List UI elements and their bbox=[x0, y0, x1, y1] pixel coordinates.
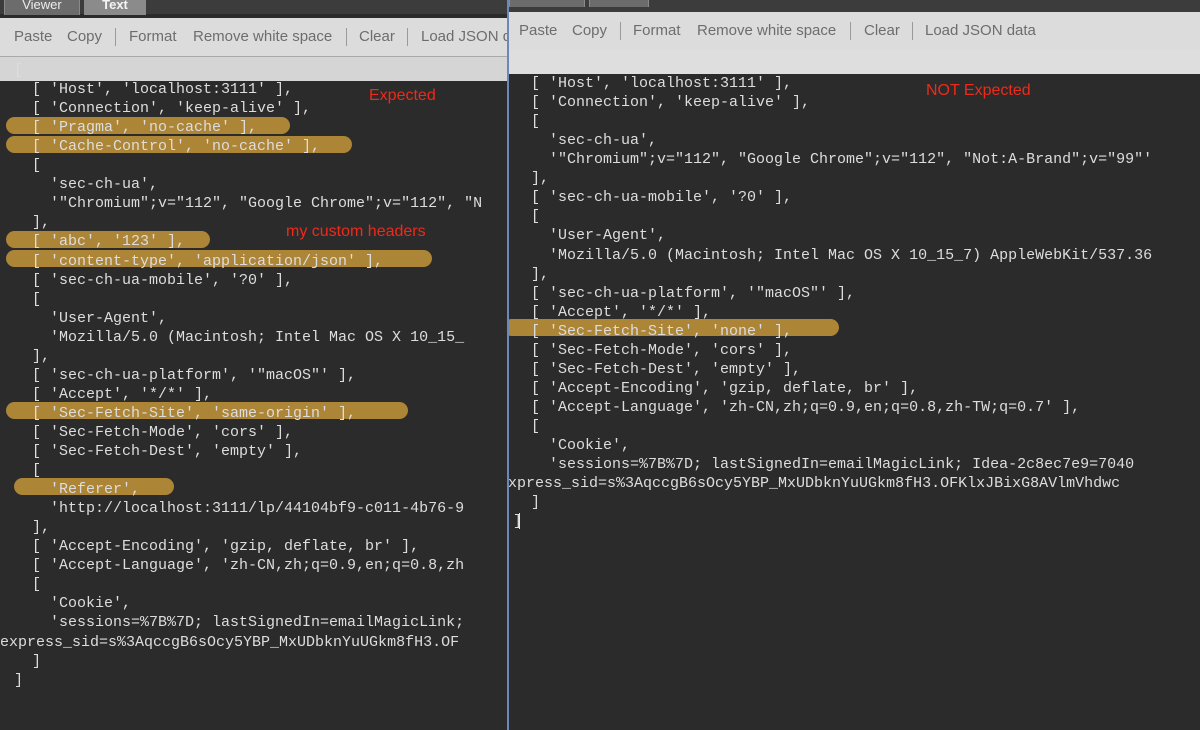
code-line: [ 'Accept-Encoding', 'gzip, deflate, br'… bbox=[14, 538, 420, 556]
code-line: [ 'abc', '123' ], bbox=[14, 233, 186, 251]
toolbar-divider bbox=[912, 22, 913, 40]
code-line: [ bbox=[14, 462, 42, 480]
custom-headers-annotation: my custom headers bbox=[286, 223, 426, 240]
copy-button[interactable]: Copy bbox=[67, 18, 102, 56]
code-line: [ 'Host', 'localhost:3111' ], bbox=[513, 75, 793, 93]
code-line: ], bbox=[513, 265, 550, 283]
clear-button[interactable]: Clear bbox=[864, 12, 900, 50]
code-line: [ bbox=[513, 208, 541, 226]
tab-text[interactable] bbox=[589, 0, 649, 7]
left-tab-strip: Viewer Text bbox=[0, 0, 510, 15]
tab-text[interactable]: Text bbox=[84, 0, 146, 15]
code-line: [ 'Sec-Fetch-Site', 'none' ], bbox=[513, 322, 793, 340]
code-line: [ bbox=[14, 62, 24, 79]
tab-viewer[interactable] bbox=[509, 0, 585, 7]
code-line: 'Referer', bbox=[14, 481, 141, 499]
code-line: '"Chromium";v="112", "Google Chrome";v="… bbox=[14, 195, 483, 213]
toolbar-divider bbox=[620, 22, 621, 40]
code-line: [ 'Connection', 'keep-alive' ], bbox=[14, 100, 312, 118]
code-line: ], bbox=[513, 170, 550, 188]
code-line: [ 'sec-ch-ua-platform', '"macOS"' ], bbox=[14, 366, 357, 384]
code-line: [ 'Accept-Language', 'zh-CN,zh;q=0.9,en;… bbox=[513, 398, 1081, 416]
code-line: ] bbox=[14, 671, 24, 689]
toolbar-divider bbox=[346, 28, 347, 46]
paste-button[interactable]: Paste bbox=[519, 12, 557, 50]
left-editor-pane: Viewer Text Paste Copy Format Remove whi… bbox=[0, 0, 510, 730]
code-line: [ 'Cache-Control', 'no-cache' ], bbox=[14, 138, 321, 156]
right-code-text: [ [ 'Host', 'localhost:3111' ], [ 'Conne… bbox=[509, 50, 1200, 730]
paste-button[interactable]: Paste bbox=[14, 18, 52, 56]
right-code-editor[interactable]: [ [ 'Host', 'localhost:3111' ], [ 'Conne… bbox=[509, 50, 1200, 730]
load-json-button[interactable]: Load JSON d bbox=[421, 18, 510, 56]
code-line: 'http://localhost:3111/lp/44104bf9-c011-… bbox=[14, 500, 465, 518]
load-json-button[interactable]: Load JSON data bbox=[925, 12, 1036, 50]
code-line: express_sid=s%3AqccgB6sOcy5YBP_MxUDbknYu… bbox=[0, 633, 460, 651]
code-line: [ bbox=[513, 56, 523, 73]
left-code-editor[interactable]: [ [ 'Host', 'localhost:3111' ], [ 'Conne… bbox=[0, 57, 510, 730]
code-line: 'Cookie', bbox=[14, 595, 132, 613]
right-editor-pane: Paste Copy Format Remove white space Cle… bbox=[507, 0, 1200, 730]
format-button[interactable]: Format bbox=[129, 18, 177, 56]
code-line: [ 'Sec-Fetch-Dest', 'empty' ], bbox=[513, 360, 802, 378]
code-line: 'sec-ch-ua', bbox=[513, 132, 658, 150]
code-line: [ bbox=[513, 113, 541, 131]
code-line: ] bbox=[14, 652, 42, 670]
code-line: [ 'Connection', 'keep-alive' ], bbox=[513, 94, 811, 112]
code-line: [ 'Pragma', 'no-cache' ], bbox=[14, 119, 258, 137]
code-line: [ 'Accept-Language', 'zh-CN,zh;q=0.9,en;… bbox=[14, 557, 465, 575]
code-line: 'Mozilla/5.0 (Macintosh; Intel Mac OS X … bbox=[14, 328, 465, 346]
toolbar-divider bbox=[407, 28, 408, 46]
toolbar-divider bbox=[850, 22, 851, 40]
code-line: ] bbox=[513, 513, 523, 531]
code-line: [ 'Sec-Fetch-Mode', 'cors' ], bbox=[513, 341, 793, 359]
code-line: 'sessions=%7B%7D; lastSignedIn=emailMagi… bbox=[14, 614, 465, 632]
code-line: 'sec-ch-ua', bbox=[14, 176, 159, 194]
code-line: [ bbox=[14, 576, 42, 594]
code-line: [ bbox=[14, 157, 42, 175]
code-line: 'sessions=%7B%7D; lastSignedIn=emailMagi… bbox=[513, 456, 1135, 474]
code-line: [ 'Accept', '*/*' ], bbox=[513, 303, 712, 321]
code-line: [ 'sec-ch-ua-mobile', '?0' ], bbox=[14, 271, 294, 289]
tab-viewer[interactable]: Viewer bbox=[4, 0, 80, 15]
code-line: [ bbox=[14, 290, 42, 308]
code-line: ] bbox=[513, 494, 541, 512]
left-toolbar: Paste Copy Format Remove white space Cle… bbox=[0, 18, 510, 57]
code-line: ], bbox=[14, 347, 51, 365]
copy-button[interactable]: Copy bbox=[572, 12, 607, 50]
code-line: [ 'Accept-Encoding', 'gzip, deflate, br'… bbox=[513, 379, 919, 397]
code-line: 'Cookie', bbox=[513, 437, 631, 454]
toolbar-divider bbox=[115, 28, 116, 46]
code-line: [ bbox=[513, 417, 541, 435]
code-line: ], bbox=[14, 519, 51, 537]
right-tab-strip bbox=[509, 0, 1200, 12]
remove-white-space-button[interactable]: Remove white space bbox=[193, 18, 332, 56]
code-line: 'User-Agent', bbox=[513, 227, 667, 245]
code-line: [ 'content-type', 'application/json' ], bbox=[14, 252, 384, 270]
clear-button[interactable]: Clear bbox=[359, 18, 395, 56]
remove-white-space-button[interactable]: Remove white space bbox=[697, 12, 836, 50]
expected-annotation: Expected bbox=[369, 87, 436, 104]
code-line: [ 'Accept', '*/*' ], bbox=[14, 385, 213, 403]
code-line: 'Mozilla/5.0 (Macintosh; Intel Mac OS X … bbox=[513, 246, 1153, 264]
code-line: [ 'Sec-Fetch-Mode', 'cors' ], bbox=[14, 423, 294, 441]
right-toolbar: Paste Copy Format Remove white space Cle… bbox=[509, 12, 1200, 51]
code-line: 'User-Agent', bbox=[14, 309, 168, 327]
code-line: [ 'Sec-Fetch-Dest', 'empty' ], bbox=[14, 443, 303, 460]
code-line: [ 'Sec-Fetch-Site', 'same-origin' ], bbox=[14, 404, 357, 422]
not-expected-annotation: NOT Expected bbox=[926, 82, 1031, 99]
code-line: express_sid=s%3AqccgB6sOcy5YBP_MxUDbknYu… bbox=[507, 475, 1121, 493]
code-line: ], bbox=[14, 214, 51, 232]
format-button[interactable]: Format bbox=[633, 12, 681, 50]
code-line: [ 'sec-ch-ua-platform', '"macOS"' ], bbox=[513, 284, 856, 302]
left-code-text: [ [ 'Host', 'localhost:3111' ], [ 'Conne… bbox=[0, 57, 510, 730]
code-line: '"Chromium";v="112", "Google Chrome";v="… bbox=[513, 151, 1153, 169]
code-line: [ 'Host', 'localhost:3111' ], bbox=[14, 81, 294, 99]
code-line: [ 'sec-ch-ua-mobile', '?0' ], bbox=[513, 189, 793, 207]
